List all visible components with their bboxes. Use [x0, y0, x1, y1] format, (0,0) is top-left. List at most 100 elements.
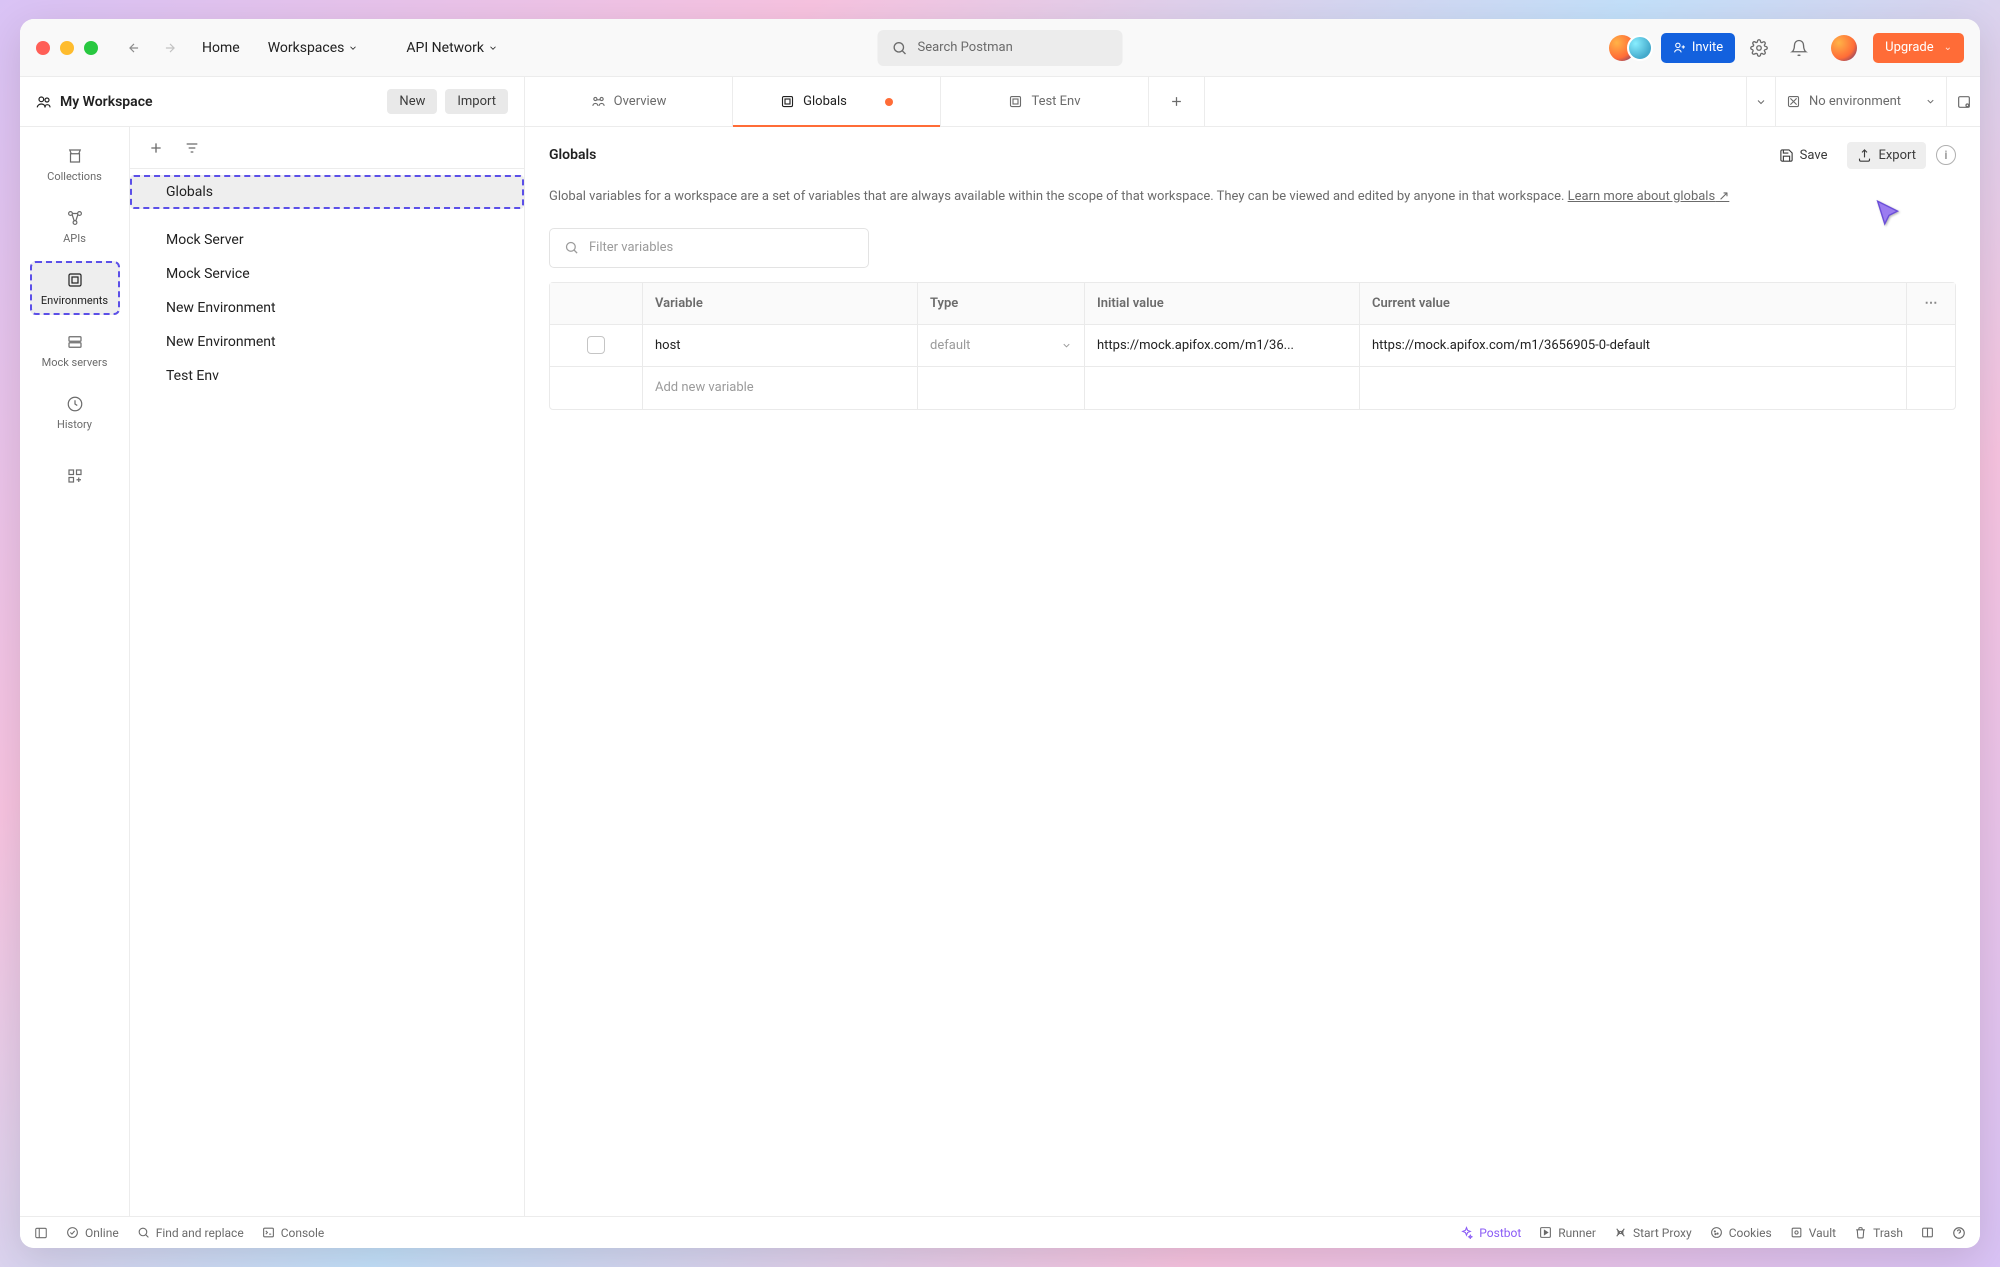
save-label: Save	[1800, 148, 1828, 163]
workspace-name: My Workspace	[60, 94, 153, 110]
nav-apis[interactable]: APIs	[30, 199, 120, 253]
nav-collections[interactable]: Collections	[30, 137, 120, 191]
export-button[interactable]: Export	[1847, 142, 1926, 169]
tab-overview[interactable]: Overview	[525, 77, 733, 126]
collaborators[interactable]	[1609, 35, 1653, 61]
export-label: Export	[1878, 148, 1916, 163]
forward-button[interactable]	[162, 40, 178, 56]
add-env-button[interactable]	[148, 140, 164, 156]
tab-globals[interactable]: Globals	[733, 77, 941, 126]
col-current: Current value	[1360, 283, 1907, 324]
no-env-icon	[1786, 94, 1801, 109]
row-checkbox[interactable]	[587, 336, 605, 354]
console-icon	[262, 1226, 275, 1239]
search-icon	[137, 1226, 150, 1239]
cookies-button[interactable]: Cookies	[1710, 1226, 1772, 1240]
tab-label: Globals	[803, 94, 847, 109]
learn-more-link[interactable]: Learn more about globals ↗	[1568, 189, 1730, 204]
antenna-icon	[1614, 1226, 1627, 1239]
tabs-row: Overview Globals Test Env	[525, 77, 1980, 127]
env-item-globals[interactable]: Globals	[130, 175, 524, 209]
cookie-icon	[1710, 1226, 1723, 1239]
trash-icon	[1854, 1226, 1867, 1239]
nav-label: History	[57, 418, 92, 431]
postbot-label: Postbot	[1479, 1226, 1521, 1240]
filter-placeholder: Filter variables	[589, 240, 673, 255]
play-icon	[1539, 1226, 1552, 1239]
toggle-sidebar-button[interactable]	[34, 1226, 48, 1240]
online-status[interactable]: Online	[66, 1226, 119, 1240]
environments-icon	[66, 271, 84, 289]
filter-variables-input[interactable]: Filter variables	[549, 228, 869, 268]
env-item[interactable]: Mock Server	[130, 223, 524, 257]
initial-value-cell[interactable]: https://mock.apifox.com/m1/36...	[1085, 325, 1360, 366]
layout-icon	[1921, 1226, 1934, 1239]
current-value-cell[interactable]: https://mock.apifox.com/m1/3656905-0-def…	[1360, 325, 1907, 366]
import-button[interactable]: Import	[445, 89, 508, 114]
env-item[interactable]: Mock Service	[130, 257, 524, 291]
apis-icon	[66, 209, 84, 227]
two-pane-button[interactable]	[1921, 1226, 1934, 1239]
table-menu-button[interactable]: ⋯	[1907, 283, 1955, 324]
runner-button[interactable]: Runner	[1539, 1226, 1596, 1240]
sparkle-icon	[1460, 1226, 1473, 1239]
console-button[interactable]: Console	[262, 1226, 325, 1240]
notifications-icon[interactable]	[1789, 38, 1809, 58]
find-replace-button[interactable]: Find and replace	[137, 1226, 244, 1240]
env-item[interactable]: New Environment	[130, 325, 524, 359]
global-search[interactable]: Search Postman	[878, 30, 1123, 66]
save-button[interactable]: Save	[1769, 142, 1838, 169]
maximize-window[interactable]	[84, 41, 98, 55]
workspace-selector[interactable]: My Workspace	[36, 94, 379, 110]
close-window[interactable]	[36, 41, 50, 55]
variable-name-cell[interactable]: host	[643, 325, 918, 366]
search-icon	[564, 240, 579, 255]
info-button[interactable]: i	[1936, 145, 1956, 165]
user-avatar[interactable]	[1831, 35, 1857, 61]
chevron-down-icon: ⌄	[1944, 42, 1952, 53]
nav-environments[interactable]: Environments	[30, 261, 120, 315]
invite-button[interactable]: Invite	[1661, 33, 1735, 63]
console-label: Console	[281, 1226, 325, 1240]
env-item[interactable]: Test Env	[130, 359, 524, 393]
chevron-down-icon	[348, 43, 358, 53]
check-circle-icon	[66, 1226, 79, 1239]
env-quicklook-button[interactable]	[1946, 77, 1980, 126]
variables-table: Variable Type Initial value Current valu…	[549, 282, 1956, 410]
home-link[interactable]: Home	[192, 34, 250, 62]
tabs-dropdown[interactable]	[1746, 77, 1776, 126]
avatar	[1627, 35, 1653, 61]
active-env-selector[interactable]: No environment	[1776, 94, 1946, 109]
api-network-menu[interactable]: API Network	[396, 34, 508, 62]
chevron-down-icon	[488, 43, 498, 53]
upgrade-button[interactable]: Upgrade ⌄	[1873, 33, 1964, 63]
nav-mock-servers[interactable]: Mock servers	[30, 323, 120, 377]
table-header: Variable Type Initial value Current valu…	[550, 283, 1955, 325]
add-variable-row[interactable]: Add new variable	[550, 367, 1955, 409]
workspaces-menu[interactable]: Workspaces	[258, 34, 369, 62]
back-button[interactable]	[126, 40, 142, 56]
vault-label: Vault	[1809, 1226, 1836, 1240]
cookies-label: Cookies	[1729, 1226, 1772, 1240]
help-button[interactable]	[1952, 1226, 1966, 1240]
start-proxy-button[interactable]: Start Proxy	[1614, 1226, 1692, 1240]
filter-env-button[interactable]	[184, 140, 200, 156]
env-item[interactable]: New Environment	[130, 291, 524, 325]
nav-history[interactable]: History	[30, 385, 120, 439]
nav-configure[interactable]	[30, 457, 120, 493]
new-tab-button[interactable]	[1149, 77, 1205, 126]
primary-nav: Collections APIs Environments Mock serve…	[20, 127, 130, 1216]
settings-icon[interactable]	[1749, 38, 1769, 58]
new-button[interactable]: New	[387, 89, 437, 114]
minimize-window[interactable]	[60, 41, 74, 55]
vault-button[interactable]: Vault	[1790, 1226, 1836, 1240]
proxy-label: Start Proxy	[1633, 1226, 1692, 1240]
postbot-button[interactable]: Postbot	[1460, 1226, 1521, 1240]
vault-icon	[1790, 1226, 1803, 1239]
tab-test-env[interactable]: Test Env	[941, 77, 1149, 126]
trash-button[interactable]: Trash	[1854, 1226, 1903, 1240]
variable-type-cell[interactable]: default	[918, 325, 1085, 366]
type-value: default	[930, 338, 970, 353]
runner-label: Runner	[1558, 1226, 1596, 1240]
grid-add-icon	[66, 467, 84, 485]
